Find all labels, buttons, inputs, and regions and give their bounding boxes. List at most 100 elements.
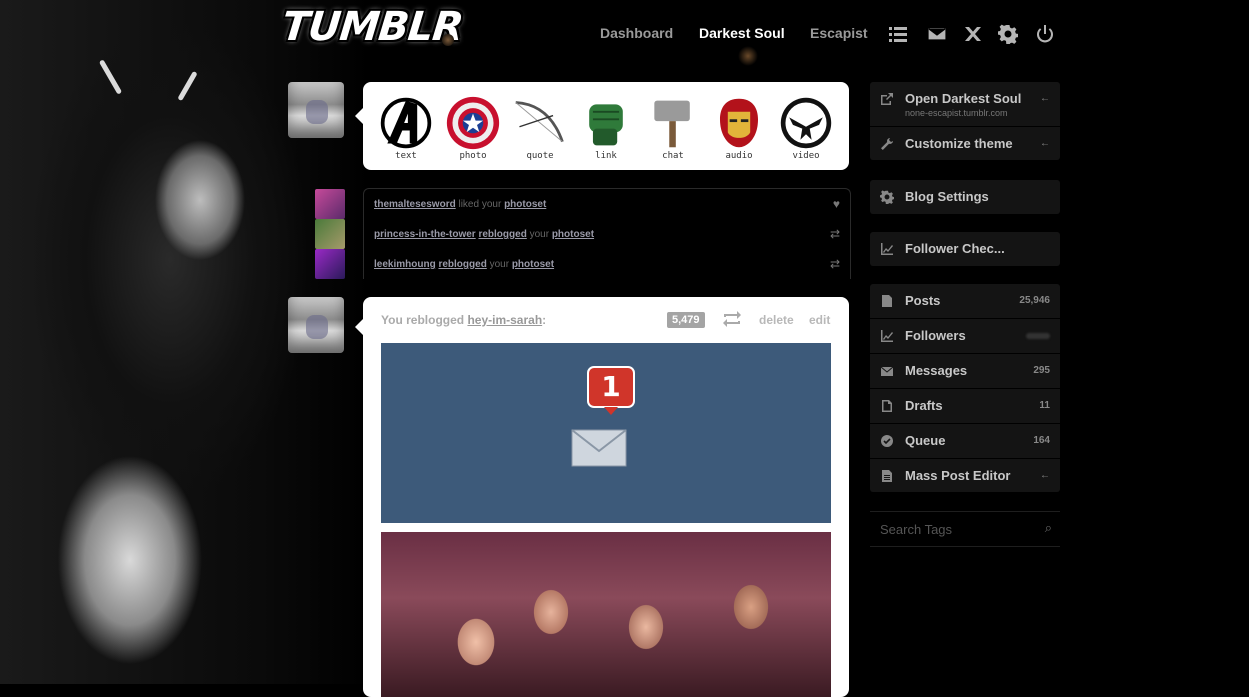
draft-icon — [880, 399, 894, 413]
notification-avatar[interactable] — [315, 249, 345, 279]
notification-action-link[interactable]: reblogged — [478, 229, 526, 240]
notification-object-link[interactable]: photoset — [504, 199, 546, 210]
gear-icon — [879, 190, 895, 206]
external-link-icon — [880, 92, 894, 106]
post-type-text[interactable]: text — [376, 94, 436, 161]
sidebar-item-count: 164 — [1033, 435, 1050, 446]
notification-row: themaltesesword liked your photoset ♥ — [374, 197, 840, 211]
user-avatar[interactable] — [288, 82, 344, 138]
follower-check-label: Follower Chec... — [905, 241, 1005, 256]
blog-url: none-escapist.tumblr.com — [905, 108, 1008, 118]
ironman-icon — [719, 98, 759, 148]
post-type-quote[interactable]: quote — [510, 94, 570, 161]
check-icon — [880, 434, 894, 448]
post-type-label: video — [792, 151, 820, 161]
chart-icon — [880, 242, 894, 256]
sidebar-item-mass-post-editor[interactable]: Mass Post Editor ← — [870, 459, 1060, 493]
envelope-icon — [571, 429, 627, 467]
mail-icon — [880, 364, 894, 378]
customize-theme-link[interactable]: Customize theme ← — [870, 127, 1060, 161]
hammer-icon — [654, 100, 690, 148]
sidebar-item-count: 11 — [1039, 400, 1050, 411]
delete-button[interactable]: delete — [759, 313, 794, 327]
mail-icon[interactable] — [927, 24, 947, 44]
shield-eagle-icon — [780, 97, 832, 149]
sidebar-item-posts[interactable]: Posts 25,946 — [870, 284, 1060, 318]
tab-escapist[interactable]: Escapist — [810, 25, 868, 41]
blog-settings-link[interactable]: Blog Settings — [870, 180, 1060, 214]
note-count[interactable]: 5,479 — [667, 312, 705, 328]
reblog-icon: ⇄ — [829, 257, 840, 271]
chart-icon — [880, 329, 894, 343]
tab-dashboard[interactable]: Dashboard — [600, 25, 673, 41]
post-card: You reblogged hey-im-sarah: 5,479 delete… — [355, 297, 849, 697]
sidebar-item-label: Drafts — [905, 398, 943, 413]
notification-row: princess-in-the-tower reblogged your pho… — [374, 227, 840, 241]
sidebar-item-label: Posts — [905, 293, 941, 308]
arrow-icon: ← — [1040, 470, 1050, 481]
post-type-link[interactable]: link — [576, 94, 636, 161]
post-type-label: photo — [459, 151, 487, 161]
search-tags-input[interactable] — [878, 519, 1032, 539]
notification-object-link[interactable]: photoset — [552, 229, 594, 240]
notification-object-link[interactable]: photoset — [512, 259, 554, 270]
sidebar-item-drafts[interactable]: Drafts 11 — [870, 389, 1060, 423]
notification-user-link[interactable]: themaltesesword — [374, 199, 456, 210]
post-composer: text photo quote link chat audio video — [355, 82, 849, 170]
avengers-icon — [380, 97, 432, 149]
notification-user-link[interactable]: leekimhoung — [374, 259, 436, 270]
arrow-icon: ← — [1040, 93, 1050, 104]
open-blog-link[interactable]: Open Darkest Soul none-escapist.tumblr.c… — [870, 82, 1060, 126]
follower-check-link[interactable]: Follower Chec... — [870, 232, 1060, 266]
search-icon[interactable]: ⌕ — [1045, 520, 1052, 536]
post-type-audio[interactable]: audio — [709, 94, 769, 161]
captain-shield-icon — [446, 96, 500, 150]
post-type-label: chat — [662, 151, 684, 161]
x-icon[interactable] — [963, 24, 983, 44]
sidebar-item-label: Queue — [905, 433, 946, 448]
post-type-label: audio — [725, 151, 753, 161]
sidebar-item-count-blurred — [1026, 333, 1050, 339]
blog-actions-box: Open Darkest Soul none-escapist.tumblr.c… — [870, 82, 1060, 160]
notification-avatar[interactable] — [315, 219, 345, 249]
sidebar-item-queue[interactable]: Queue 164 — [870, 424, 1060, 458]
power-icon[interactable] — [1035, 24, 1055, 44]
arrow-icon: ← — [1040, 138, 1050, 149]
post-header: You reblogged hey-im-sarah: — [381, 313, 547, 327]
bow-icon — [515, 101, 564, 143]
post-image-photo[interactable] — [381, 532, 831, 697]
follower-check-box: Follower Chec... — [870, 232, 1060, 266]
notification-action-link[interactable]: reblogged — [438, 259, 486, 270]
sidebar-item-messages[interactable]: Messages 295 — [870, 354, 1060, 388]
active-tab-ornament — [738, 46, 758, 66]
badge-number: 1 — [601, 370, 621, 403]
tumblr-logo[interactable]: TUMBLR — [279, 4, 465, 52]
post-type-label: link — [595, 151, 617, 161]
reblog-icon[interactable] — [721, 309, 743, 329]
post-avatar[interactable] — [288, 297, 344, 353]
notification-user-link[interactable]: princess-in-the-tower — [374, 229, 476, 240]
post-type-chat[interactable]: chat — [643, 94, 703, 161]
list-icon[interactable] — [888, 24, 908, 44]
hulk-fist-icon — [589, 104, 623, 146]
search-tags: ⌕ — [870, 511, 1060, 547]
post-type-video[interactable]: video — [776, 94, 836, 161]
gear-icon[interactable] — [997, 24, 1019, 46]
logo-ornament — [442, 34, 454, 46]
edit-button[interactable]: edit — [809, 313, 830, 327]
sidebar-item-count: 295 — [1033, 365, 1050, 376]
post-type-photo[interactable]: photo — [443, 94, 503, 161]
post-image-notification[interactable]: 1 — [381, 343, 831, 523]
sidebar-item-label: Followers — [905, 328, 966, 343]
sidebar-item-followers[interactable]: Followers — [870, 319, 1060, 353]
reblog-icon: ⇄ — [829, 227, 840, 241]
sidebar-item-label: Messages — [905, 363, 968, 378]
post-type-label: text — [395, 151, 417, 161]
tab-darkest-soul[interactable]: Darkest Soul — [699, 25, 785, 41]
source-blog-link[interactable]: hey-im-sarah — [467, 313, 542, 327]
wrench-icon — [880, 137, 894, 151]
notification-avatar[interactable] — [315, 189, 345, 219]
post-type-label: quote — [526, 151, 554, 161]
editor-icon — [880, 469, 894, 483]
sidebar-item-label: Mass Post Editor — [905, 468, 1011, 483]
